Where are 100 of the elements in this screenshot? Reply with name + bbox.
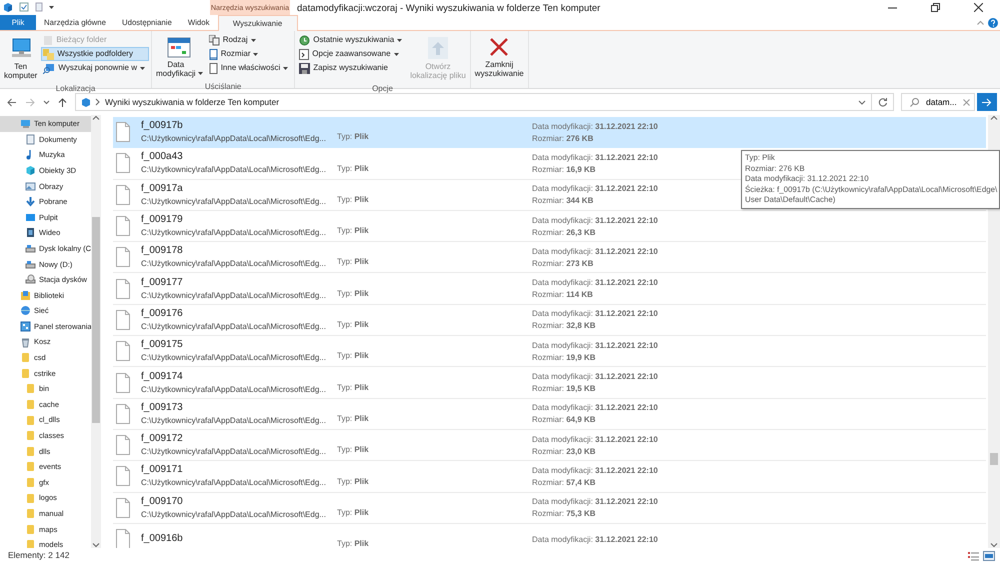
group-label: Opcje [371, 83, 394, 94]
properties-icon[interactable] [19, 2, 29, 12]
file-icon [115, 529, 132, 548]
result-row[interactable]: f_00916b Typ: Plik Data modyfikacji: 31.12.2021 22:10 [113, 524, 986, 548]
address-field[interactable]: Wyniki wyszukiwania w folderze Ten komputer [75, 93, 872, 111]
clear-icon[interactable] [963, 98, 970, 106]
file-type: Typ: Plik [337, 319, 369, 330]
file-path: C:\Użytkownicy\rafal\AppData\Local\Microsoft\Edg... [141, 384, 326, 395]
ribbon-button[interactable]: Ten komputer [2, 33, 40, 84]
scrollbar-thumb[interactable] [990, 453, 998, 465]
file-name: f_009174 [141, 370, 183, 383]
result-row[interactable]: f_009175 C:\Użytkownicy\rafal\AppData\Local\Microsoft\Edg... Typ: Plik Data modyfikacji: 31.12.2021 22:10 Rozmiar: 19,9 KB [113, 336, 986, 368]
group-label: Uściślanie [204, 81, 242, 92]
ribbon-button[interactable]: Rozmiar [206, 47, 292, 61]
file-type: Typ: Plik [337, 538, 369, 548]
chevron-down-icon[interactable] [43, 98, 50, 106]
file-name: f_009171 [141, 464, 183, 476]
drive-icon [25, 258, 36, 270]
file-name: f_009175 [141, 339, 183, 352]
result-row[interactable]: f_009170 C:\Użytkownicy\rafal\AppData\Local\Microsoft\Edg... Typ: Plik Data modyfikacji: 31.12.2021 22:10 Rozmiar: 75,3 KB [113, 492, 986, 524]
file-type: Typ: Plik [337, 288, 369, 299]
file-path: C:\Użytkownicy\rafal\AppData\Local\Microsoft\Edg... [141, 508, 326, 520]
result-row[interactable]: f_009179 C:\Użytkownicy\rafal\AppData\Local\Microsoft\Edg... Typ: Plik Data modyfikacji: 31.12.2021 22:10 Rozmiar: 26,3 KB [113, 210, 986, 242]
result-row[interactable]: f_009172 C:\Użytkownicy\rafal\AppData\Local\Microsoft\Edg... Typ: Plik Data modyfikacji: 31.12.2021 22:10 Rozmiar: 23,0 KB [113, 430, 986, 462]
help-icon[interactable] [988, 18, 998, 28]
search-field[interactable]: datam... [901, 93, 975, 111]
close-icon [488, 36, 510, 58]
modified-date: Data modyfikacji: 31.12.2021 22:10 [532, 340, 658, 351]
library-icon [20, 290, 31, 301]
modified-date: Data modyfikacji: 31.12.2021 22:10 [532, 371, 658, 382]
modified-date: Data modyfikacji: 31.12.2021 22:10 [532, 434, 658, 445]
ribbon-button[interactable]: Wyszukaj ponownie w [41, 61, 149, 75]
file-size: Rozmiar: 19,9 KB [532, 352, 596, 363]
result-row[interactable]: f_009171 C:\Użytkownicy\rafal\AppData\Local\Microsoft\Edg... Typ: Plik Data modyfikacji: 31.12.2021 22:10 Rozmiar: 57,4 KB [113, 461, 986, 493]
ribbon-button[interactable]: Inne właściwości [206, 61, 292, 75]
file-icon [115, 498, 132, 518]
file-path: C:\Użytkownicy\rafal\AppData\Local\Microsoft\Edg... [141, 133, 326, 144]
file-size: Rozmiar: 19,5 KB [532, 383, 596, 394]
refresh-icon[interactable] [878, 97, 888, 107]
file-name: f_009179 [141, 214, 183, 226]
file-type: Typ: Plik [337, 162, 369, 174]
file-path: C:\Użytkownicy\rafal\AppData\Local\Microsoft\Edg... [141, 352, 326, 364]
file-path: C:\Użytkownicy\rafal\AppData\Local\Microsoft\Edg... [141, 258, 326, 270]
file-path: C:\Użytkownicy\rafal\AppData\Local\Microsoft\Edg... [141, 320, 326, 332]
clock-icon [299, 34, 310, 46]
file-path: C:\Użytkownicy\rafal\AppData\Local\Microsoft\Edg... [141, 290, 326, 301]
file-path: C:\Użytkownicy\rafal\AppData\Local\Microsoft\Edg... [141, 196, 326, 207]
chevron-down-icon[interactable] [858, 100, 866, 104]
ribbon-button[interactable]: Ostatnie wyszukiwania [297, 33, 406, 47]
file-size: Rozmiar: 32,8 KB [532, 320, 596, 332]
file-icon [115, 372, 132, 393]
scroll-down-icon[interactable] [990, 542, 998, 548]
file-size: Rozmiar: 57,4 KB [532, 476, 596, 488]
result-row[interactable]: f_009174 C:\Użytkownicy\rafal\AppData\Local\Microsoft\Edg... Typ: Plik Data modyfikacji: 31.12.2021 22:10 Rozmiar: 19,5 KB [113, 367, 986, 399]
file-size: Rozmiar: 276 KB [532, 132, 594, 144]
up-icon[interactable] [58, 98, 67, 106]
result-row[interactable]: f_009173 C:\Użytkownicy\rafal\AppData\Local\Microsoft\Edg... Typ: Plik Data modyfikacji: 31.12.2021 22:10 Rozmiar: 64,9 KB [113, 398, 986, 430]
result-row[interactable]: f_009177 C:\Użytkownicy\rafal\AppData\Local\Microsoft\Edg... Typ: Plik Data modyfikacji: 31.12.2021 22:10 Rozmiar: 114 KB [113, 273, 986, 305]
result-row[interactable]: f_009178 C:\Użytkownicy\rafal\AppData\Local\Microsoft\Edg... Typ: Plik Data modyfikacji: 31.12.2021 22:10 Rozmiar: 273 KB [113, 242, 986, 274]
collapse-ribbon-icon[interactable] [976, 20, 984, 25]
large-icons-view-icon[interactable] [983, 550, 995, 560]
restore-icon[interactable] [931, 3, 940, 12]
scroll-up-icon[interactable] [92, 115, 100, 121]
ribbon-button[interactable]: Opcje zaawansowane [297, 47, 406, 61]
details-view-icon[interactable] [968, 550, 979, 560]
ribbon-button[interactable]: Zamknij wyszukiwanie [472, 33, 526, 82]
file-icon [115, 341, 132, 362]
ribbon-button[interactable]: Rodzaj [206, 33, 292, 47]
file-type: Typ: Plik [337, 444, 369, 456]
file-name: f_009176 [141, 308, 183, 320]
modified-date: Data modyfikacji: 31.12.2021 22:10 [532, 120, 658, 132]
picture-frame-icon [25, 180, 36, 192]
customize-caret-icon[interactable] [49, 6, 54, 8]
search-go-button[interactable] [977, 93, 997, 111]
file-size: Rozmiar: 114 KB [532, 289, 593, 300]
modified-date: Data modyfikacji: 31.12.2021 22:10 [532, 246, 658, 257]
scrollbar-thumb[interactable] [92, 217, 100, 423]
search-icon [910, 98, 919, 106]
result-row[interactable]: f_00917b C:\Użytkownicy\rafal\AppData\Local\Microsoft\Edg... Typ: Plik Data modyfikacji: 31.12.2021 22:10 Rozmiar: 276 KB [113, 117, 986, 148]
modified-date: Data modyfikacji: 31.12.2021 22:10 [532, 464, 658, 476]
download-arrow-icon [25, 196, 36, 208]
file-type: Typ: Plik [337, 506, 369, 518]
explorer-app-icon[interactable] [3, 2, 13, 12]
modified-date: Data modyfikacji: 31.12.2021 22:10 [532, 402, 658, 414]
scroll-up-icon[interactable] [990, 115, 998, 121]
result-row[interactable]: f_009176 C:\Użytkownicy\rafal\AppData\Local\Microsoft\Edg... Typ: Plik Data modyfikacji: 31.12.2021 22:10 Rozmiar: 32,8 KB [113, 304, 986, 336]
ribbon-button[interactable]: Wszystkie podfoldery [41, 47, 149, 61]
file-name: f_00917b [141, 120, 183, 132]
trash-icon [20, 336, 31, 348]
file-name: f_000a43 [141, 151, 183, 164]
search-folder-icon [43, 62, 56, 74]
ribbon-button[interactable]: Data modyfikacji [154, 33, 205, 82]
ribbon-button[interactable]: Zapisz wyszukiwanie [297, 61, 406, 75]
back-icon[interactable] [7, 98, 17, 106]
close-icon[interactable] [974, 3, 983, 12]
scroll-down-icon[interactable] [92, 542, 100, 548]
file-icon [115, 404, 132, 424]
file-path: C:\Użytkownicy\rafal\AppData\Local\Microsoft\Edg... [141, 164, 326, 176]
modified-date: Data modyfikacji: 31.12.2021 22:10 [532, 152, 658, 163]
file-type: Typ: Plik [337, 476, 369, 487]
